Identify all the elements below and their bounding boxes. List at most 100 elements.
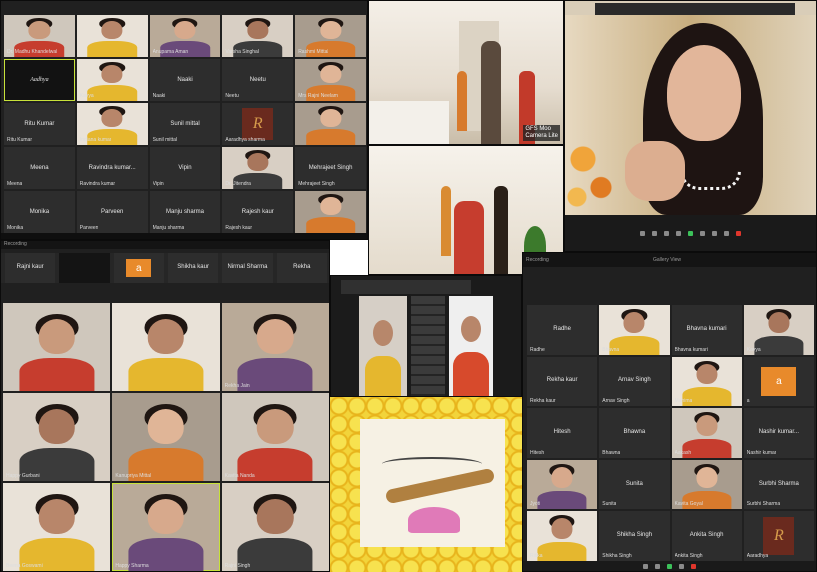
chat-icon[interactable]	[700, 230, 705, 236]
participant-tile[interactable]: Indiana kumar	[76, 103, 148, 145]
participant-body	[128, 357, 204, 391]
participant-tile[interactable]: Ritu Kumar Ritu Kumar	[4, 103, 75, 145]
participant-tile[interactable]: Manju sharma Manju sharma	[149, 191, 221, 233]
participant-tile[interactable]: R Aaradhya sharma	[222, 103, 294, 145]
strip-name: Nirmal Sharma	[227, 263, 268, 270]
participant-name-label: Arnav Singh	[602, 398, 630, 405]
participant-tile[interactable]: Kavya	[76, 59, 148, 101]
participant-tile[interactable]: Rajni Singh	[221, 483, 329, 571]
participant-tile[interactable]: Bhawna Bhawna	[599, 408, 670, 458]
participant-tile[interactable]: Neetu Neetu	[222, 59, 294, 101]
leave-button[interactable]	[691, 563, 696, 569]
participant-tile[interactable]: Ravindra kumar... Ravindra kumar	[76, 147, 148, 189]
participant-tile[interactable]: Dr. Jitendra	[222, 147, 294, 189]
participant-tile[interactable]: Kavita Nanda	[221, 393, 329, 481]
participant-logo-icon: R	[763, 517, 795, 556]
participant-name-label: Aaradhya sharma	[225, 137, 265, 143]
participant-name-label: Kavya	[746, 346, 761, 353]
participant-tile[interactable]: Aadhya	[4, 59, 75, 101]
participant-logo-icon: R	[242, 108, 274, 140]
reactions-icon[interactable]	[724, 230, 729, 236]
participant-face	[28, 20, 51, 39]
speaker-hand	[625, 141, 685, 201]
lotus	[408, 507, 460, 533]
participant-face	[101, 64, 123, 83]
participant-tile[interactable]: Jyoti	[527, 459, 598, 510]
security-icon[interactable]	[664, 230, 669, 236]
participant-tile[interactable]	[76, 15, 148, 57]
chat-icon[interactable]	[679, 563, 684, 569]
participant-tile[interactable]: Anupama Aman	[149, 15, 221, 57]
drawing-paper	[360, 419, 505, 547]
gallery-view-button[interactable]: Gallery View	[653, 253, 681, 267]
strip-tile[interactable]: Rekha	[276, 253, 327, 283]
participant-tile[interactable]: R Aaradhya	[743, 511, 814, 561]
participant-tile[interactable]: Rashmi Mittal	[295, 15, 366, 57]
participant-tile[interactable]	[3, 303, 111, 391]
participant-face	[38, 498, 75, 535]
participant-tile[interactable]: Kavya	[743, 305, 814, 355]
participant-tile[interactable]: Hitesh Hitesh	[527, 408, 598, 458]
participant-tile[interactable]: Arnav Singh Arnav Singh	[599, 356, 670, 407]
participant-tile[interactable]: Varsha Singhal	[222, 15, 294, 57]
participant-display-name: Bhawna	[623, 429, 646, 436]
video-icon[interactable]	[655, 563, 660, 569]
record-icon[interactable]	[712, 230, 717, 236]
participant-tile[interactable]: aa	[743, 356, 814, 407]
participants-icon[interactable]	[667, 563, 672, 569]
participant-name-label: Happy Gurbani	[6, 473, 40, 479]
participant-name-label: Hitesh	[530, 449, 545, 456]
participant-name-label: Parveen	[79, 225, 99, 231]
participant-tile[interactable]: Mrs Rajni Neelam	[295, 59, 366, 101]
participant-tile[interactable]: Shikha Singh Shikha Singh	[599, 511, 670, 561]
participant-tile[interactable]: Happy Sharma	[112, 483, 220, 571]
participant-tile[interactable]: Rekha Jain	[221, 303, 329, 391]
participant-tile[interactable]: Sunil mittal Sunil mittal	[149, 103, 221, 145]
participant-tile[interactable]: Happy Gurbani	[3, 393, 111, 481]
participant-tile[interactable]: Rekha kaur Rekha kaur	[527, 356, 598, 407]
mic-icon[interactable]	[640, 230, 645, 236]
participant-tile[interactable]: Beena Goswami	[3, 483, 111, 571]
participant-tile[interactable]: Nashir kumar... Nashir kumar	[743, 408, 814, 458]
participant-tile[interactable]: Surbhi Sharma Surbhi Sharma	[743, 459, 814, 510]
share-screen-icon[interactable]	[688, 230, 693, 236]
participant-tile[interactable]	[295, 103, 366, 145]
participant-tile[interactable]: Ankita Singh Ankita Singh	[671, 511, 742, 561]
participant-tile[interactable]: Radhe Radhe	[527, 305, 598, 355]
participant-tile[interactable]: Vipin Vipin	[149, 147, 221, 189]
participant-tile[interactable]: Kanupriya Mittal	[112, 393, 220, 481]
participant-body	[87, 85, 137, 101]
strip-tile[interactable]	[59, 253, 110, 283]
participant-tile[interactable]: Meena Meena	[4, 147, 75, 189]
participant-tile[interactable]	[295, 191, 366, 233]
strip-tile[interactable]: Rajni kaur	[5, 253, 56, 283]
video-icon[interactable]	[652, 230, 657, 236]
strip-tile[interactable]: Shikha kaur	[167, 253, 219, 283]
participant-name-label: Shikha Singh	[602, 552, 632, 559]
participant-name-label: Nashir kumar	[746, 449, 777, 456]
participant-tile[interactable]: Dr. Madhu Khandelwal	[4, 15, 75, 57]
participant-tile[interactable]: Mehrajeet Singh Mehrajeet Singh	[295, 147, 366, 189]
leave-button[interactable]	[736, 230, 741, 236]
participant-tile[interactable]: Monika Monika	[4, 191, 75, 233]
participant-tile[interactable]: Naaki Naaki	[149, 59, 221, 101]
participant-tile[interactable]: Parveen Parveen	[76, 191, 148, 233]
participant-tile[interactable]: Sunita Sunita	[599, 459, 670, 510]
participant-tile[interactable]: Ritika	[527, 511, 598, 561]
participants-icon[interactable]	[676, 230, 681, 236]
participant-name-label: Manju sharma	[152, 225, 185, 231]
participant-tile[interactable]: Bhavna	[599, 305, 670, 355]
participant-display-name: Meena	[30, 164, 49, 171]
participant-tile[interactable]: Rajesh kaur Rajesh kaur	[222, 191, 294, 233]
participant-display-name: Ankita Singh	[689, 532, 724, 539]
participant-tile[interactable]	[112, 303, 220, 391]
participant-tile[interactable]: Mahima	[671, 356, 742, 407]
strip-tile[interactable]: a	[113, 253, 164, 283]
participant-tile[interactable]: Kavita Goyal	[671, 459, 742, 510]
face	[373, 320, 393, 346]
participant-tile[interactable]: Bhavna kumari Bhavna kumari	[671, 305, 742, 355]
strip-tile[interactable]: Nirmal Sharma	[222, 253, 273, 283]
participant-tile[interactable]: Aakash	[671, 408, 742, 458]
mic-icon[interactable]	[643, 563, 648, 569]
participant-name-label: Kanupriya Mittal	[115, 473, 152, 479]
